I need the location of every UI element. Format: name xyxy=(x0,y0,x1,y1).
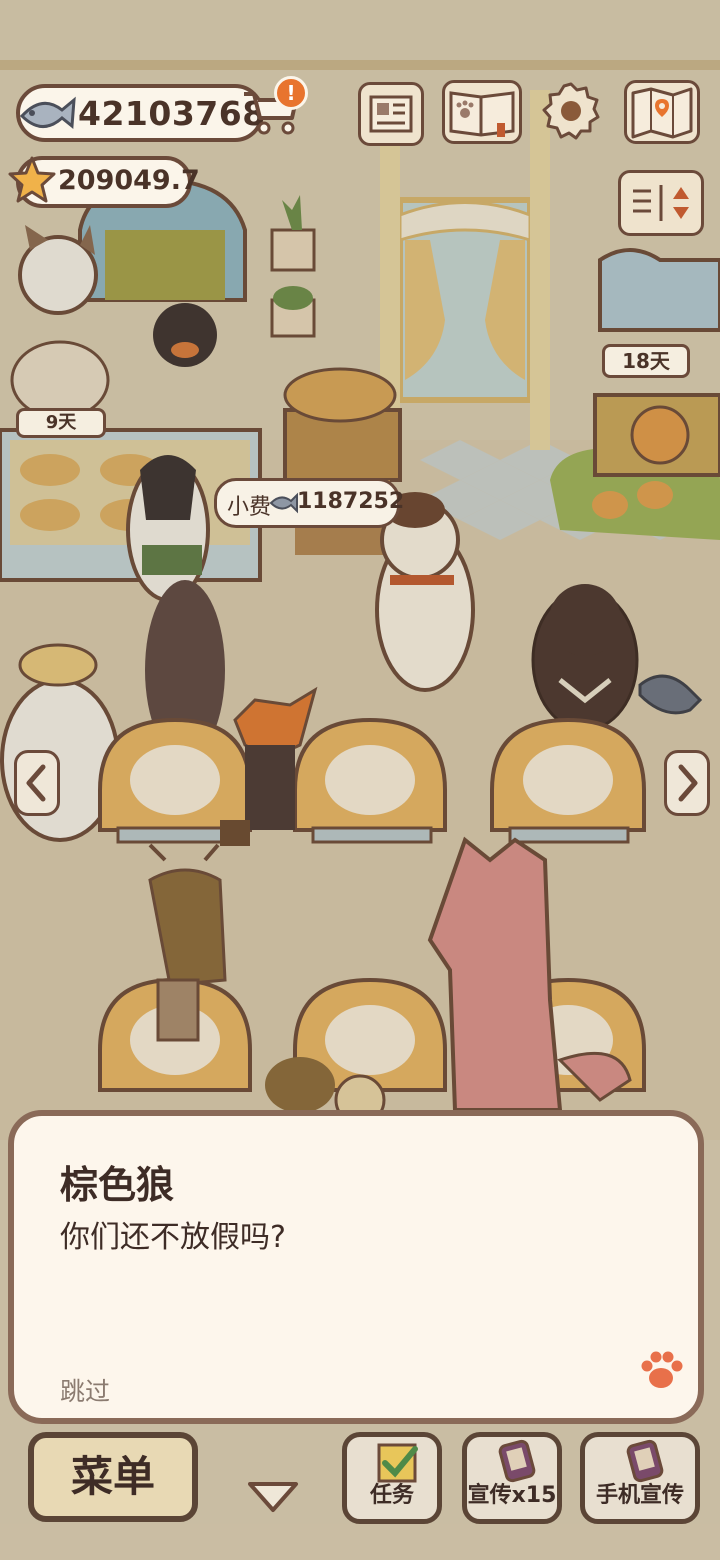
previous-page-arrow[interactable] xyxy=(14,750,60,816)
star-count: 209049.7 xyxy=(58,165,200,196)
chevron-right-icon xyxy=(678,764,698,802)
chevron-down-icon xyxy=(248,1482,298,1512)
promote-label: 宣传x15 xyxy=(467,1483,557,1508)
fish-icon xyxy=(19,96,76,129)
menu-button-label: 菜单 xyxy=(70,1452,155,1501)
dialog-speaker-name: 棕色狼 xyxy=(60,1163,175,1207)
star-icon xyxy=(8,156,56,203)
layout-toggle-button[interactable] xyxy=(618,170,704,236)
sort-arrows-icon xyxy=(633,185,689,221)
tasks-button[interactable]: 任务 xyxy=(342,1432,442,1524)
dialog-text: 你们还不放假吗? xyxy=(60,1220,286,1255)
promote-button[interactable]: 宣传x15 xyxy=(462,1432,562,1524)
tasks-label: 任务 xyxy=(369,1483,414,1508)
newspaper-icon xyxy=(369,95,413,133)
paw-book-icon xyxy=(449,91,515,137)
tip-label: 小费 xyxy=(227,495,272,520)
skip-button[interactable]: 跳过 xyxy=(60,1372,110,1408)
star-currency-display[interactable]: 209049.7 xyxy=(8,156,200,208)
gear-icon xyxy=(542,82,600,140)
fish-currency-display[interactable]: 42103768 xyxy=(16,84,266,142)
dialog-box[interactable]: 棕色狼 你们还不放假吗? 跳过 xyxy=(8,1110,704,1424)
next-page-arrow[interactable] xyxy=(664,750,710,816)
map-icon xyxy=(631,87,693,139)
settings-button[interactable] xyxy=(540,80,602,142)
left-display-days-tag: 9天 xyxy=(16,408,106,438)
paw-book-button[interactable] xyxy=(442,80,522,144)
notification-badge: ! xyxy=(274,76,308,110)
paw-icon[interactable] xyxy=(638,1348,684,1394)
phone-promote-button[interactable]: 手机宣传 xyxy=(580,1432,700,1524)
phone-promote-label: 手机宣传 xyxy=(595,1483,684,1508)
newspaper-button[interactable] xyxy=(358,82,424,146)
collapse-arrow-button[interactable] xyxy=(244,1476,302,1516)
tip-value: 1187252 xyxy=(297,489,405,514)
tip-bubble[interactable]: 小费 1187252 xyxy=(214,478,404,528)
fish-icon xyxy=(269,492,298,514)
menu-button[interactable]: 菜单 xyxy=(28,1432,198,1522)
map-button[interactable] xyxy=(624,80,700,144)
right-display-days-tag: 18天 xyxy=(602,344,690,378)
chevron-left-icon xyxy=(26,764,46,802)
fish-count: 42103768 xyxy=(78,94,266,133)
shop-cart-button[interactable]: ! xyxy=(240,76,308,138)
